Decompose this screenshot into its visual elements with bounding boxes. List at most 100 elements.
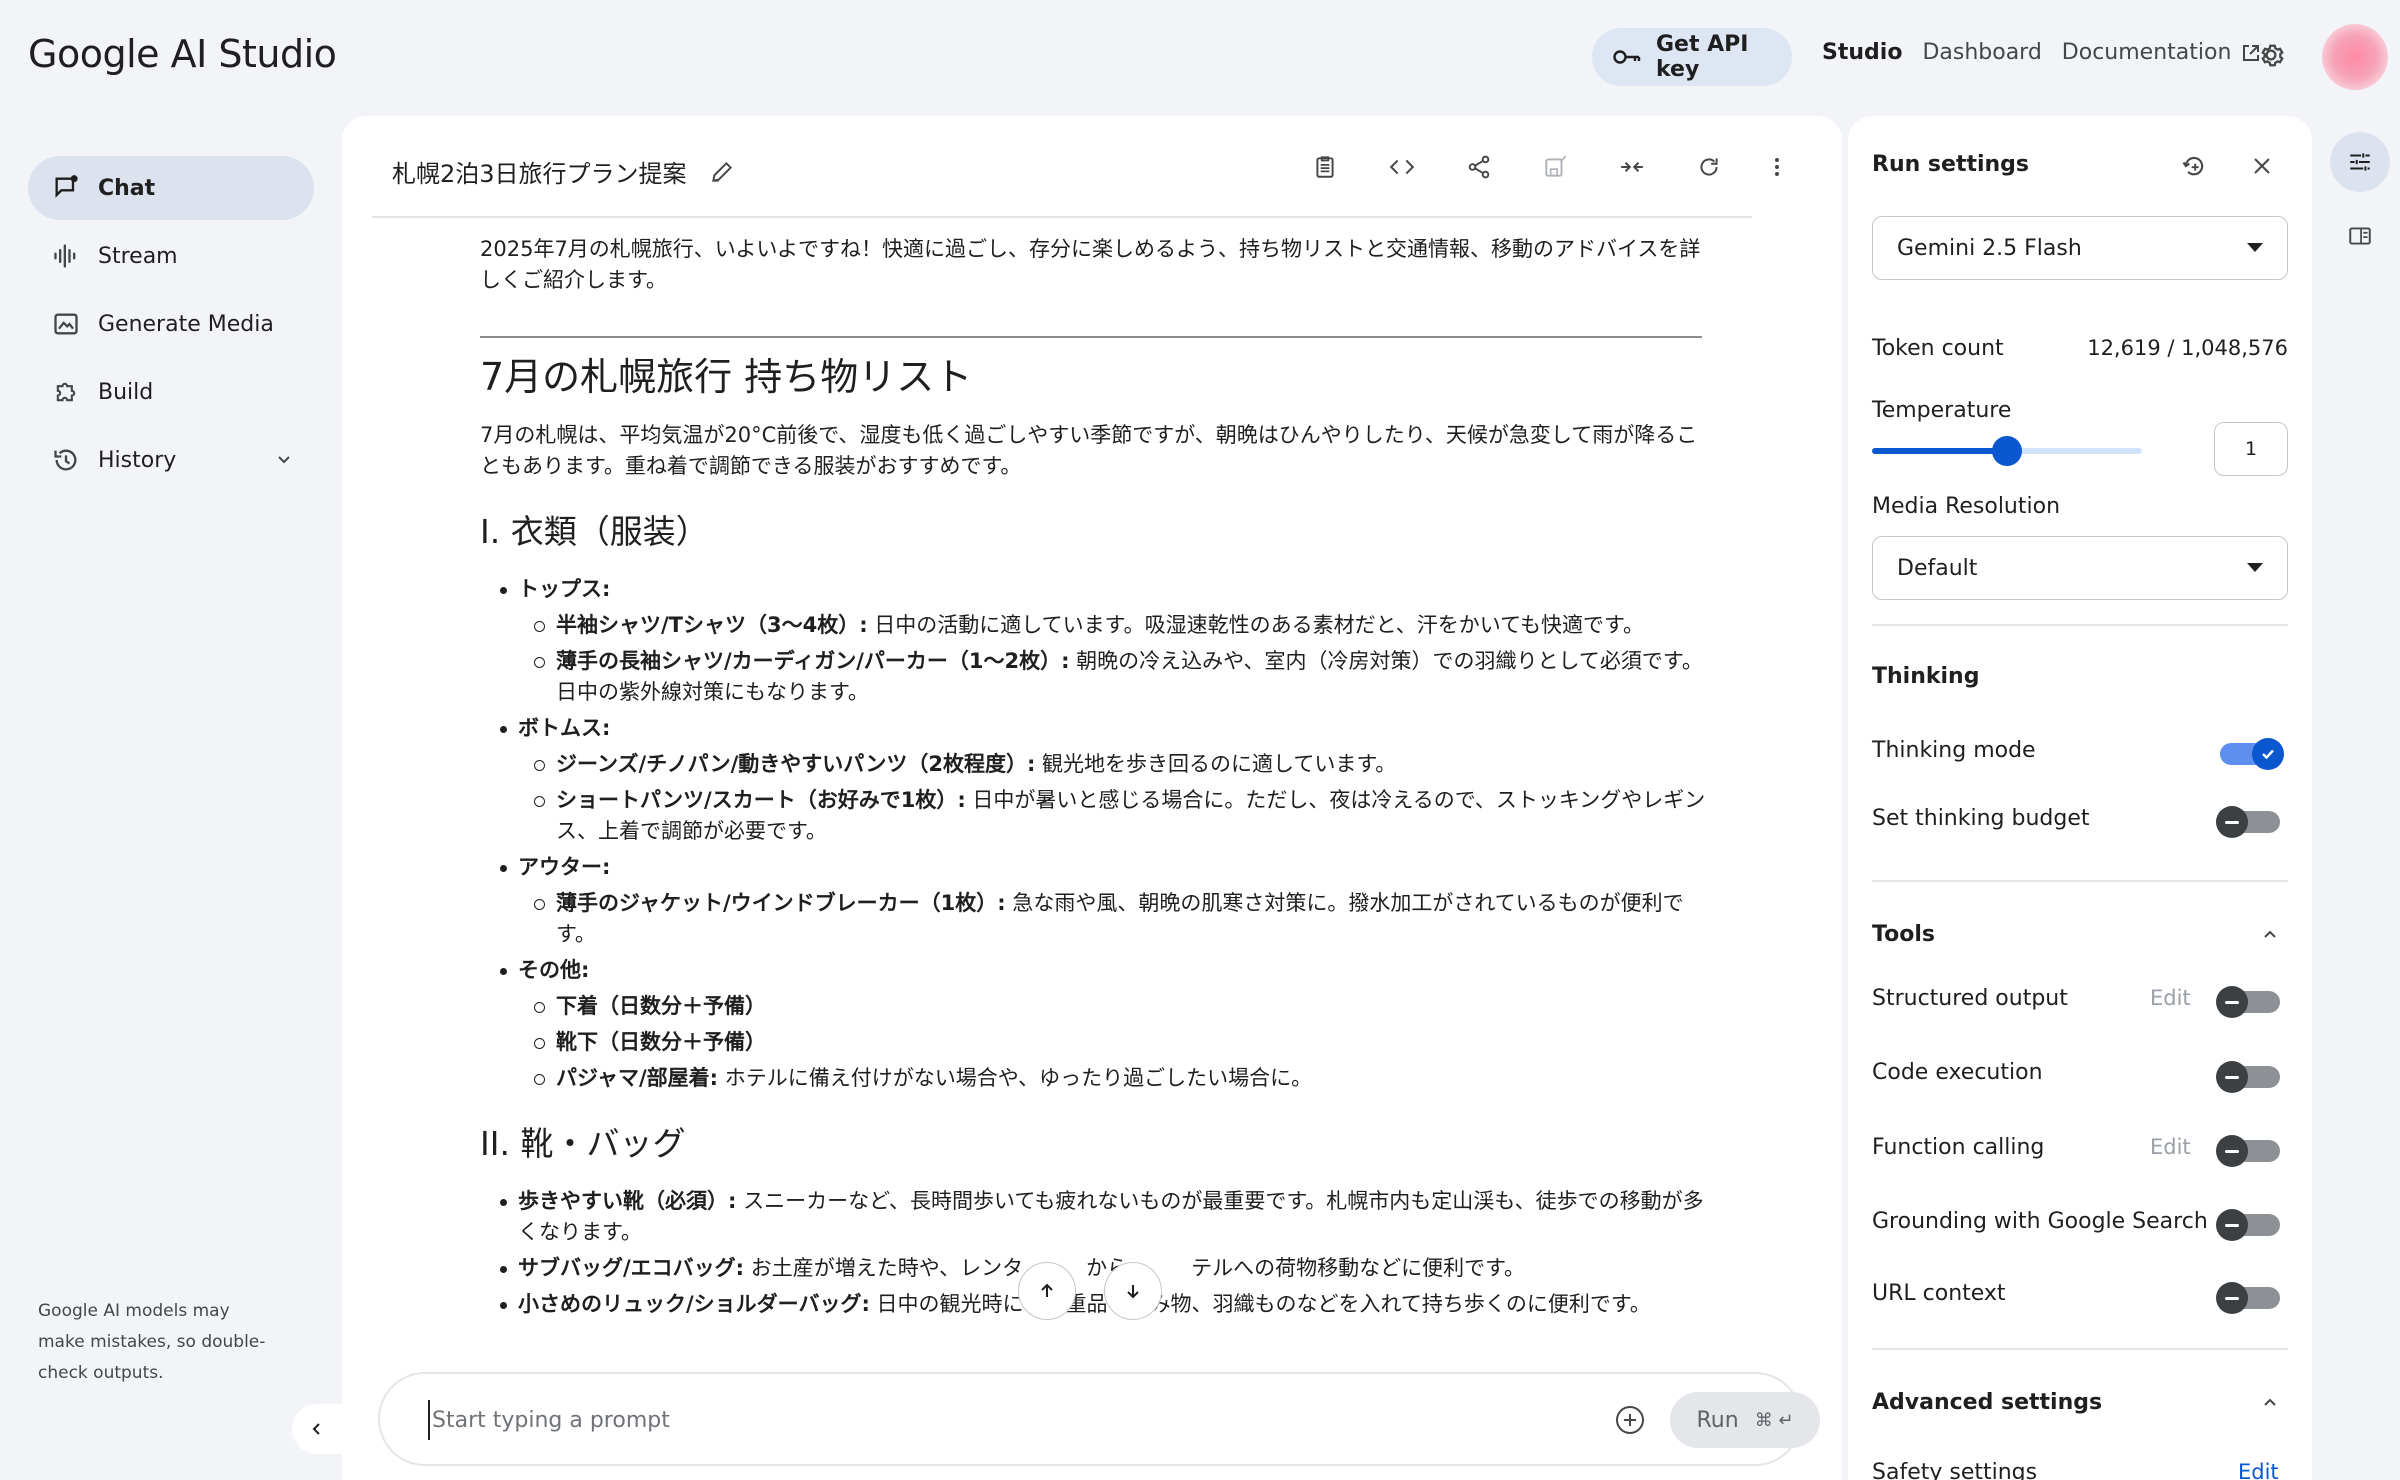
- chat-title: 札幌2泊3日旅行プラン提案: [392, 160, 687, 188]
- temperature-slider[interactable]: [1872, 436, 2142, 466]
- sidebar-item-chat[interactable]: Chat: [28, 156, 314, 220]
- media-resolution-select[interactable]: Default: [1872, 536, 2288, 600]
- function-calling-toggle[interactable]: [2216, 1135, 2280, 1167]
- chat-toolbar: [1312, 154, 1782, 180]
- get-api-key-button[interactable]: Get API key: [1592, 28, 1792, 86]
- sidebar-item-history[interactable]: History: [28, 428, 314, 492]
- list-item-bold: サブバッグ/エコバッグ:: [518, 1256, 745, 1280]
- app-logo[interactable]: Google AI Studio: [28, 32, 337, 76]
- temperature-slider-thumb[interactable]: [1992, 436, 2022, 466]
- code-icon[interactable]: [1388, 154, 1416, 180]
- toggle-knob: [2216, 806, 2248, 838]
- chevron-up-icon[interactable]: [2260, 924, 2280, 944]
- add-media-icon[interactable]: [1614, 1404, 1646, 1436]
- prompt-input[interactable]: [428, 1400, 1428, 1440]
- list-item: 小さめのリュック/ショルダーバッグ: 日中の観光時に 重品 み物、羽織ものなどを…: [480, 1289, 1706, 1320]
- list-item-label: ボトムス:: [518, 716, 611, 740]
- reset-settings-icon[interactable]: [2180, 152, 2208, 180]
- list-item-bold: ジーンズ/チノパン/動きやすいパンツ（2枚程度）:: [556, 752, 1036, 776]
- safety-settings-edit-link[interactable]: Edit: [2238, 1460, 2279, 1480]
- list-item-text: ホテルに備え付けがない場合や、ゆったり過ごしたい場合に。: [718, 1066, 1313, 1090]
- toggle-knob: [2216, 1282, 2248, 1314]
- toggle-knob: [2216, 1135, 2248, 1167]
- divider: [1872, 624, 2288, 626]
- run-button[interactable]: Run ⌘ ↵: [1670, 1392, 1820, 1448]
- safety-settings-label: Safety settings: [1872, 1460, 2038, 1480]
- token-count-value: 12,619 / 1,048,576: [2087, 336, 2288, 360]
- waveform-icon: [52, 242, 80, 270]
- grounding-label: Grounding with Google Search: [1872, 1209, 2208, 1234]
- grounding-toggle[interactable]: [2216, 1209, 2280, 1241]
- section-heading-shoes-bags: II. 靴・バッグ: [480, 1124, 686, 1163]
- layout-panel-button[interactable]: [2330, 206, 2390, 266]
- structured-output-edit-link[interactable]: Edit: [2150, 986, 2191, 1010]
- temperature-label: Temperature: [1872, 398, 2012, 423]
- list-item: アウター: 薄手のジャケット/ウインドブレーカー（1枚）: 急な雨や風、朝晩の肌…: [480, 852, 1706, 950]
- sidebar-item-label: Chat: [98, 175, 156, 201]
- nav-studio[interactable]: Studio: [1822, 40, 1902, 65]
- image-icon: [52, 310, 80, 338]
- top-nav: Studio Dashboard Documentation: [1822, 40, 2261, 65]
- avatar[interactable]: [2322, 24, 2388, 90]
- thinking-mode-label: Thinking mode: [1872, 738, 2036, 763]
- chevron-down-icon[interactable]: [274, 450, 294, 470]
- url-context-toggle[interactable]: [2216, 1282, 2280, 1314]
- chat-icon: [52, 174, 80, 202]
- history-icon: [52, 446, 80, 474]
- close-icon[interactable]: [2250, 152, 2274, 180]
- save-icon[interactable]: [1542, 154, 1568, 180]
- scroll-down-button[interactable]: [1104, 1262, 1162, 1320]
- list-item-bold: 靴下（日数分＋予備）: [556, 1030, 766, 1054]
- sidebar-item-generate-media[interactable]: Generate Media: [28, 292, 314, 356]
- scroll-up-button[interactable]: [1018, 1262, 1076, 1320]
- run-settings-actions: [2180, 152, 2274, 180]
- tune-icon: [2347, 149, 2373, 175]
- collapse-sidebar-button[interactable]: [292, 1404, 342, 1454]
- list-item: 薄手のジャケット/ウインドブレーカー（1枚）: 急な雨や風、朝晩の肌寒さ対策に。…: [518, 888, 1706, 950]
- function-calling-edit-link[interactable]: Edit: [2150, 1135, 2191, 1159]
- temperature-slider-fill: [1872, 448, 2007, 454]
- settings-gear-icon[interactable]: [2256, 40, 2286, 70]
- response-intro: 2025年7月の札幌旅行、いよいよですね！快適に過ごし、存分に楽しめるよう、持ち…: [480, 237, 1701, 292]
- code-execution-toggle[interactable]: [2216, 1061, 2280, 1093]
- thinking-mode-toggle[interactable]: [2220, 738, 2284, 770]
- list-item-bold: ショートパンツ/スカート（お好みで1枚）:: [556, 788, 966, 812]
- url-context-label: URL context: [1872, 1281, 2006, 1306]
- list-item: ボトムス: ジーンズ/チノパン/動きやすいパンツ（2枚程度）: 観光地を歩き回る…: [480, 713, 1706, 847]
- response-paragraph: 7月の札幌は、平均気温が20°C前後で、湿度も低く過ごしやすい季節ですが、朝晩は…: [480, 423, 1698, 478]
- thinking-budget-toggle[interactable]: [2216, 806, 2280, 838]
- nav-documentation[interactable]: Documentation: [2062, 40, 2262, 65]
- clipboard-icon[interactable]: [1312, 154, 1338, 180]
- sidebar-item-label: Build: [98, 379, 154, 405]
- nav-dashboard[interactable]: Dashboard: [1922, 40, 2041, 65]
- horizontal-rule: [480, 336, 1702, 338]
- sidebar-item-label: Generate Media: [98, 311, 274, 337]
- get-api-key-label: Get API key: [1656, 32, 1749, 82]
- temperature-input[interactable]: 1: [2214, 422, 2288, 476]
- list-item: パジャマ/部屋着: ホテルに備え付けがない場合や、ゆったり過ごしたい場合に。: [518, 1063, 1706, 1094]
- divider: [1872, 1348, 2288, 1350]
- tools-section-title: Tools: [1872, 922, 1935, 947]
- refresh-icon[interactable]: [1696, 154, 1722, 180]
- model-select-value: Gemini 2.5 Flash: [1897, 235, 2082, 261]
- list-item: 半袖シャツ/Tシャツ（3〜4枚）: 日中の活動に適しています。吸湿速乾性のある素…: [518, 610, 1706, 641]
- edit-pencil-icon[interactable]: [709, 159, 735, 185]
- media-resolution-value: Default: [1897, 555, 1978, 581]
- sidebar-item-build[interactable]: Build: [28, 360, 314, 424]
- list-item-text: 観光地を歩き回るのに適しています。: [1035, 752, 1397, 776]
- more-vert-icon[interactable]: [1772, 154, 1782, 180]
- run-settings-toggle-button[interactable]: [2330, 132, 2390, 192]
- share-icon[interactable]: [1466, 154, 1492, 180]
- compare-icon[interactable]: [1618, 154, 1646, 180]
- list-item-bold: 小さめのリュック/ショルダーバッグ:: [518, 1292, 870, 1316]
- sidebar: Chat Stream Generate Media Build History…: [0, 110, 342, 1480]
- chevron-up-icon[interactable]: [2260, 1392, 2280, 1412]
- structured-output-toggle[interactable]: [2216, 986, 2280, 1018]
- media-resolution-label: Media Resolution: [1872, 494, 2061, 519]
- sidebar-item-stream[interactable]: Stream: [28, 224, 314, 288]
- model-select[interactable]: Gemini 2.5 Flash: [1872, 216, 2288, 280]
- chat-header: 札幌2泊3日旅行プラン提案: [342, 116, 1842, 216]
- advanced-settings-title: Advanced settings: [1872, 1390, 2103, 1415]
- arrow-down-icon: [1123, 1281, 1143, 1301]
- chat-panel: 札幌2泊3日旅行プラン提案 2025年7月の札幌旅行、いよいよですね！快適に過ご…: [342, 116, 1842, 1480]
